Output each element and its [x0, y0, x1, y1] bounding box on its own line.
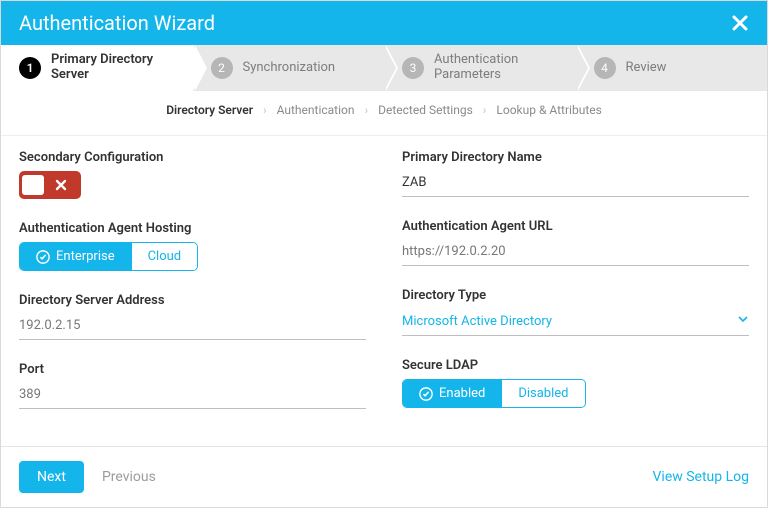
auth-wizard-dialog: Authentication Wizard 1 Primary Director…	[0, 0, 768, 508]
previous-link[interactable]: Previous	[102, 469, 156, 485]
segment-label: Disabled	[518, 386, 568, 401]
segment-label: Enabled	[439, 386, 485, 401]
form-grid: Secondary Configuration Authentication A…	[1, 136, 767, 429]
close-button[interactable]	[731, 14, 749, 32]
close-icon	[731, 14, 749, 32]
field-label: Secondary Configuration	[19, 150, 366, 165]
subtab-detected-settings[interactable]: Detected Settings	[374, 101, 477, 119]
field-label: Directory Type	[402, 288, 749, 303]
step-indicator: 1 Primary Directory Server 2 Synchroniza…	[1, 45, 767, 91]
form-right-column: Primary Directory Name Authentication Ag…	[402, 150, 749, 409]
field-label: Authentication Agent Hosting	[19, 221, 366, 236]
form-scroll-area[interactable]: Directory Server › Authentication › Dete…	[1, 91, 767, 446]
step-number: 2	[211, 57, 233, 79]
x-icon	[44, 179, 78, 191]
step-label: Synchronization	[243, 61, 336, 76]
port-input[interactable]	[19, 383, 366, 409]
directory-type-select[interactable]: Microsoft Active Directory	[402, 309, 749, 336]
view-setup-log-link[interactable]: View Setup Log	[653, 469, 750, 485]
step-number: 3	[402, 57, 424, 79]
segment-label: Enterprise	[56, 249, 115, 264]
field-hosting: Authentication Agent Hosting Enterprise …	[19, 221, 366, 271]
dialog-header: Authentication Wizard	[1, 1, 767, 45]
subtab-directory-server[interactable]: Directory Server	[162, 101, 257, 119]
check-circle-icon	[419, 387, 433, 401]
step-label: Authentication Parameters	[434, 53, 576, 83]
hosting-cloud[interactable]: Cloud	[131, 243, 198, 270]
step-label: Primary Directory Server	[51, 53, 193, 83]
field-agent-url: Authentication Agent URL	[402, 219, 749, 266]
step-review[interactable]: 4 Review	[576, 45, 768, 91]
chevron-right-icon: ›	[483, 103, 487, 117]
subtab-lookup-attributes[interactable]: Lookup & Attributes	[492, 101, 605, 119]
agent-url-input[interactable]	[402, 240, 749, 266]
sldap-disabled[interactable]: Disabled	[501, 380, 584, 407]
field-label: Authentication Agent URL	[402, 219, 749, 234]
secure-ldap-segmented: Enabled Disabled	[402, 379, 586, 408]
step-number: 1	[19, 57, 41, 79]
step-synchronization[interactable]: 2 Synchronization	[193, 45, 385, 91]
dialog-footer: Next Previous View Setup Log	[1, 446, 767, 507]
field-label: Port	[19, 362, 366, 377]
chevron-down-icon	[737, 313, 749, 329]
step-number: 4	[594, 57, 616, 79]
chevron-right-icon: ›	[263, 103, 267, 117]
step-primary-directory[interactable]: 1 Primary Directory Server	[1, 45, 193, 91]
form-left-column: Secondary Configuration Authentication A…	[19, 150, 366, 409]
chevron-right-icon: ›	[365, 103, 369, 117]
field-label: Directory Server Address	[19, 293, 366, 308]
subtab-authentication[interactable]: Authentication	[273, 101, 359, 119]
segment-label: Cloud	[148, 249, 182, 264]
footer-left: Next Previous	[19, 461, 156, 493]
dialog-title: Authentication Wizard	[19, 11, 215, 35]
step-label: Review	[626, 61, 667, 76]
hosting-segmented: Enterprise Cloud	[19, 242, 198, 271]
sub-tabs: Directory Server › Authentication › Dete…	[1, 91, 767, 136]
step-auth-params[interactable]: 3 Authentication Parameters	[384, 45, 576, 91]
check-circle-icon	[36, 250, 50, 264]
ds-address-input[interactable]	[19, 314, 366, 340]
sldap-enabled[interactable]: Enabled	[403, 380, 501, 407]
hosting-enterprise[interactable]: Enterprise	[20, 243, 131, 270]
field-label: Secure LDAP	[402, 358, 749, 373]
directory-name-input[interactable]	[402, 171, 749, 197]
field-label: Primary Directory Name	[402, 150, 749, 165]
field-directory-name: Primary Directory Name	[402, 150, 749, 197]
toggle-knob	[22, 175, 44, 195]
field-port: Port	[19, 362, 366, 409]
field-ds-address: Directory Server Address	[19, 293, 366, 340]
next-button[interactable]: Next	[19, 461, 84, 493]
secondary-config-toggle[interactable]	[19, 171, 81, 199]
select-value: Microsoft Active Directory	[402, 314, 552, 329]
field-directory-type: Directory Type Microsoft Active Director…	[402, 288, 749, 336]
field-secondary-config: Secondary Configuration	[19, 150, 366, 199]
field-secure-ldap: Secure LDAP Enabled Disabled	[402, 358, 749, 408]
